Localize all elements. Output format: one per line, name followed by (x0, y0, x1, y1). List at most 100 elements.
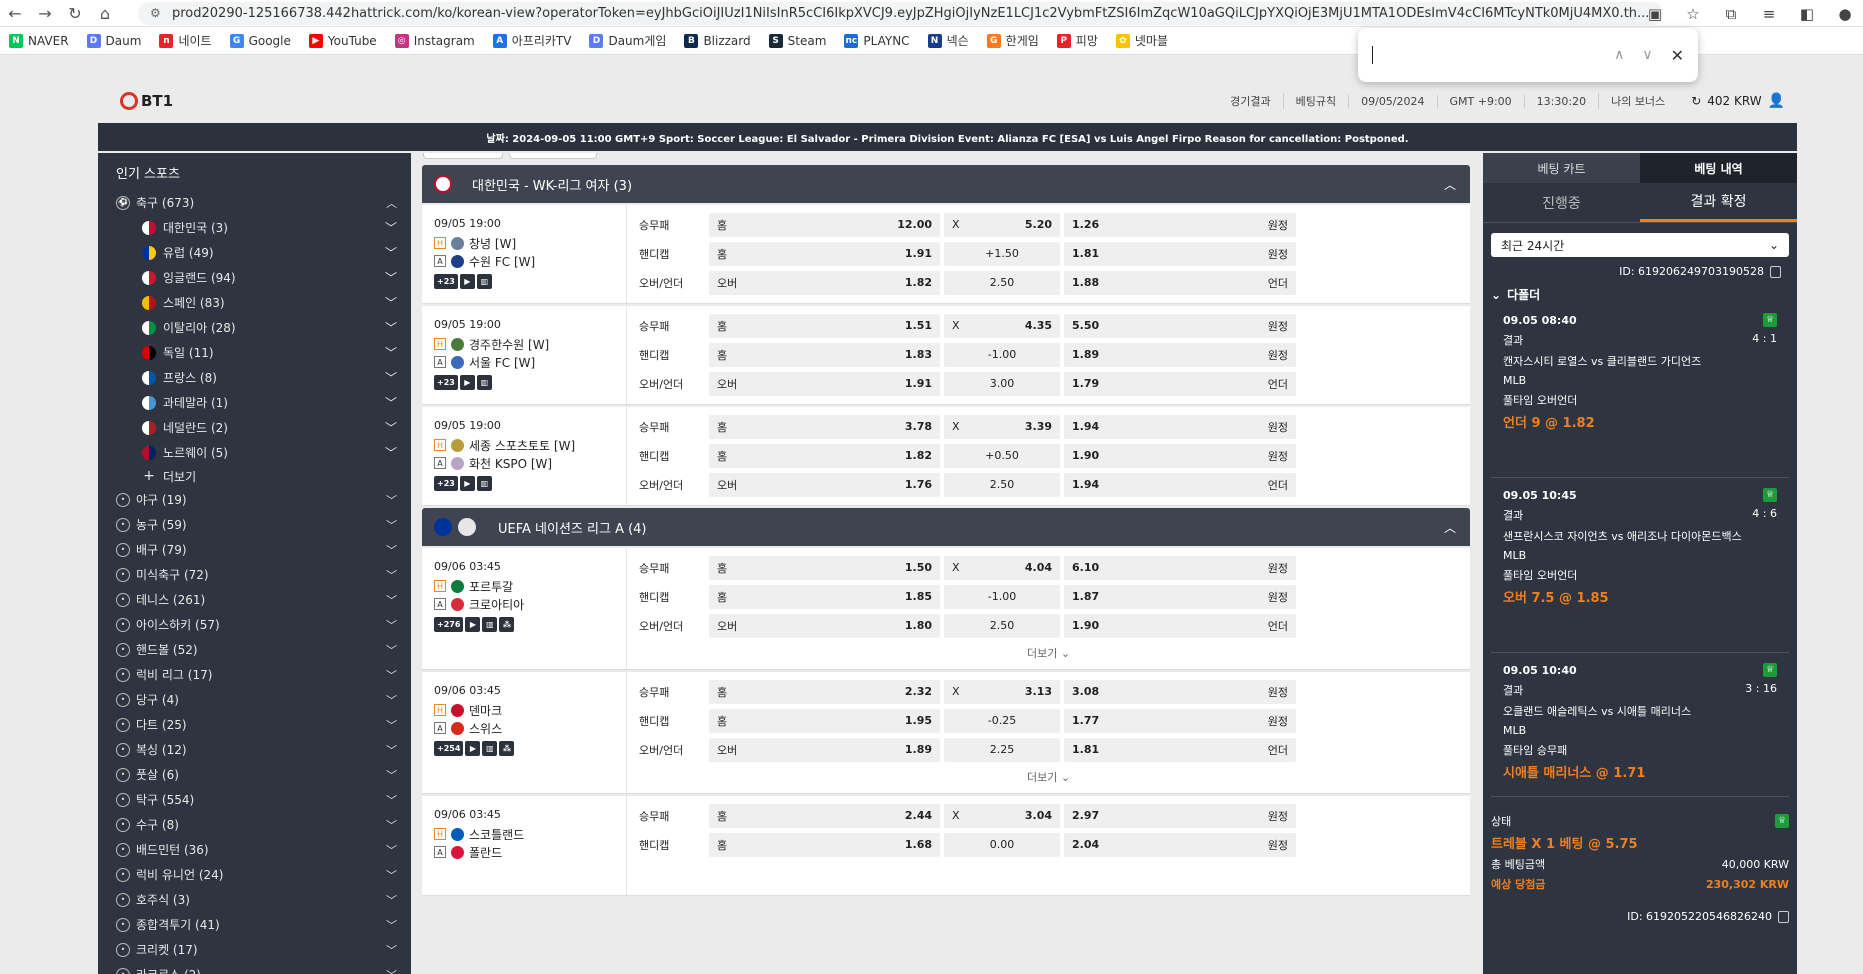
sidepanel-icon[interactable]: ◧ (1797, 5, 1817, 23)
sidebar-item-country[interactable]: 노르웨이 (5) ﹀ (98, 440, 411, 465)
odds-draw-button[interactable]: X 5.20 (944, 212, 1060, 237)
play-icon[interactable]: ▶ (465, 741, 481, 756)
team-home[interactable]: H 스코틀랜드 (434, 825, 626, 843)
odds-away-button[interactable]: 3.08 원정 (1064, 679, 1296, 704)
chevron-up-icon[interactable]: ︿ (1444, 519, 1456, 536)
chevron-down-icon[interactable]: ﹀ (386, 667, 397, 683)
chevron-down-icon[interactable]: ﹀ (386, 692, 397, 708)
stats-icon[interactable]: ▥ (476, 476, 492, 491)
odds-away-button[interactable]: 1.81 원정 (1064, 241, 1296, 266)
odds-draw-button[interactable]: X 3.39 (944, 414, 1060, 439)
sidebar-item-sport[interactable]: • 럭비 유니언 (24) ﹀ (98, 862, 411, 887)
refresh-icon[interactable]: ↻ (1691, 94, 1701, 108)
sidebar-item-sport[interactable]: • 핸드볼 (52) ﹀ (98, 637, 411, 662)
tab-bet-history[interactable]: 베팅 내역 (1640, 153, 1797, 183)
more-markets-button[interactable]: +276 (434, 617, 464, 632)
site-logo[interactable]: BT1 (120, 92, 173, 110)
bookmark-item[interactable]: A 아프리카TV (486, 27, 579, 55)
chevron-up-icon[interactable]: ︿ (386, 195, 397, 211)
chevron-down-icon[interactable]: ﹀ (386, 792, 397, 808)
bookmark-item[interactable]: P 피망 (1050, 27, 1105, 55)
stats-icon[interactable]: ▥ (482, 741, 498, 756)
odds-draw-button[interactable]: X 3.04 (944, 803, 1060, 828)
chevron-down-icon[interactable]: ﹀ (386, 642, 397, 658)
chevron-down-icon[interactable]: ﹀ (386, 917, 397, 933)
sidebar-item-country[interactable]: 프랑스 (8) ﹀ (98, 365, 411, 390)
league-header[interactable]: 대한민국 - WK-리그 여자 (3) ︿ (422, 165, 1470, 203)
odds-away-button[interactable]: 1.81 언더 (1064, 737, 1296, 762)
odds-home-button[interactable]: 홈 1.85 (709, 584, 940, 609)
sidebar-item-sport[interactable]: • 수구 (8) ﹀ (98, 812, 411, 837)
team-away[interactable]: A 서울 FC [W] (434, 353, 626, 371)
play-icon[interactable]: ▶ (465, 617, 481, 632)
stats-icon[interactable]: ▥ (476, 274, 492, 289)
sidebar-item-sport[interactable]: • 아이스하키 (57) ﹀ (98, 612, 411, 637)
sidebar-item-sport[interactable]: • 종합격투기 (41) ﹀ (98, 912, 411, 937)
sidebar-item-sport[interactable]: • 풋살 (6) ﹀ (98, 762, 411, 787)
bookmark-item[interactable]: ▶ YouTube (302, 27, 384, 55)
sidebar-item-sport[interactable]: • 농구 (59) ﹀ (98, 512, 411, 537)
odds-draw-button[interactable]: X 4.35 (944, 313, 1060, 338)
team-home[interactable]: H 덴마크 (434, 701, 626, 719)
odds-home-button[interactable]: 홈 12.00 (709, 212, 940, 237)
copy-icon[interactable] (1770, 265, 1781, 278)
bookmark-item[interactable]: D Daum (80, 27, 149, 55)
sidebar-item-soccer[interactable]: ⚽ 축구 (673) ︿ (98, 190, 411, 215)
stats-icon[interactable]: ▥ (476, 375, 492, 390)
find-next-icon[interactable]: ∨ (1642, 47, 1652, 63)
chevron-down-icon[interactable]: ﹀ (386, 842, 397, 858)
extensions-icon[interactable]: ⧉ (1721, 5, 1741, 23)
sidebar-item-country[interactable]: 스페인 (83) ﹀ (98, 290, 411, 315)
odds-away-button[interactable]: 1.79 언더 (1064, 371, 1296, 396)
find-close-icon[interactable]: ✕ (1671, 46, 1684, 65)
sidebar-item-sport[interactable]: • 야구 (19) ﹀ (98, 487, 411, 512)
team-home[interactable]: H 경주한수원 [W] (434, 335, 626, 353)
site-info-icon[interactable]: ⚙ (150, 6, 166, 22)
more-markets-link[interactable]: 더보기 ⌄ (627, 645, 1470, 661)
sidebar-item-sport[interactable]: • 호주식 (3) ﹀ (98, 887, 411, 912)
odds-home-button[interactable]: 오버 1.89 (709, 737, 940, 762)
subtab-settled[interactable]: 결과 확정 (1640, 183, 1797, 222)
forward-icon[interactable]: → (30, 0, 60, 27)
bookmark-item[interactable]: G Google (223, 27, 298, 55)
bookmark-item[interactable]: N 넥슨 (921, 27, 976, 55)
odds-home-button[interactable]: 오버 1.91 (709, 371, 940, 396)
chevron-down-icon[interactable]: ﹀ (385, 394, 397, 411)
reload-icon[interactable]: ↻ (60, 0, 90, 27)
odds-home-button[interactable]: 홈 1.83 (709, 342, 940, 367)
chevron-down-icon[interactable]: ﹀ (386, 717, 397, 733)
period-select[interactable]: 최근 24시간 ⌄ (1491, 233, 1789, 257)
odds-home-button[interactable]: 홈 1.91 (709, 241, 940, 266)
odds-home-button[interactable]: 홈 3.78 (709, 414, 940, 439)
odds-away-button[interactable]: 1.90 원정 (1064, 443, 1296, 468)
odds-home-button[interactable]: 오버 1.80 (709, 613, 940, 638)
sidebar-item-sport[interactable]: • 테니스 (261) ﹀ (98, 587, 411, 612)
bookmark-item[interactable]: ✿ 넷마블 (1109, 27, 1175, 55)
sidebar-item-country[interactable]: 네덜란드 (2) ﹀ (98, 415, 411, 440)
sidebar-item-country[interactable]: 과테말라 (1) ﹀ (98, 390, 411, 415)
sidebar-item-sport[interactable]: • 당구 (4) ﹀ (98, 687, 411, 712)
bookmark-item[interactable]: D Daum게임 (582, 27, 673, 55)
sidebar-item-sport[interactable]: • 라크로스 (2) ﹀ (98, 962, 411, 974)
team-away[interactable]: A 수원 FC [W] (434, 252, 626, 270)
odds-away-button[interactable]: 1.26 원정 (1064, 212, 1296, 237)
sidebar-item-sport[interactable]: • 탁구 (554) ﹀ (98, 787, 411, 812)
chevron-down-icon[interactable]: ﹀ (385, 419, 397, 436)
odds-away-button[interactable]: 1.77 원정 (1064, 708, 1296, 733)
chevron-down-icon[interactable]: ﹀ (385, 219, 397, 236)
balance[interactable]: ↻ 402 KRW 👤 (1677, 93, 1785, 109)
more-markets-link[interactable]: 더보기 ⌄ (627, 769, 1470, 785)
chevron-down-icon[interactable]: ﹀ (385, 269, 397, 286)
menu-results[interactable]: 경기결과 (1218, 93, 1282, 109)
bookmark-item[interactable]: S Steam (762, 27, 834, 55)
find-input[interactable] (1372, 46, 1373, 64)
odds-home-button[interactable]: 홈 2.32 (709, 679, 940, 704)
chevron-down-icon[interactable]: ﹀ (385, 319, 397, 336)
chevron-down-icon[interactable]: ﹀ (385, 244, 397, 261)
chevron-down-icon[interactable]: ﹀ (386, 867, 397, 883)
sidebar-item-sport[interactable]: • 크리켓 (17) ﹀ (98, 937, 411, 962)
chevron-down-icon[interactable]: ﹀ (386, 542, 397, 558)
chevron-down-icon[interactable]: ﹀ (386, 517, 397, 533)
odds-away-button[interactable]: 5.50 원정 (1064, 313, 1296, 338)
play-icon[interactable]: ▶ (459, 476, 475, 491)
